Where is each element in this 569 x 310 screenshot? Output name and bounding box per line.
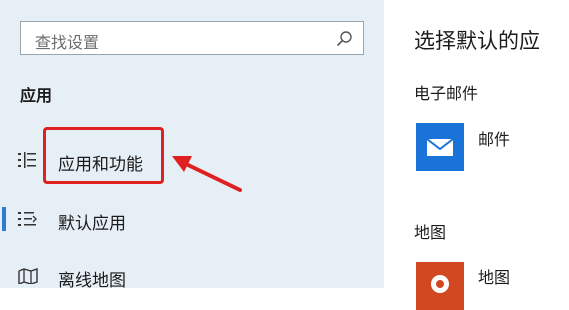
page-title: 选择默认的应 xyxy=(414,29,540,53)
default-apps-panel: 选择默认的应 电子邮件 邮件 地图 地图 xyxy=(384,0,569,310)
category-maps-label: 地图 xyxy=(414,223,447,242)
selection-indicator xyxy=(2,207,6,231)
search-box[interactable]: 查找设置 xyxy=(20,21,364,55)
section-title-apps: 应用 xyxy=(20,86,53,105)
maps-icon[interactable] xyxy=(416,262,464,310)
sidebar-item-default-apps[interactable]: 默认应用 xyxy=(0,199,384,239)
search-icon[interactable] xyxy=(335,30,353,48)
app-name-mail[interactable]: 邮件 xyxy=(478,126,510,150)
default-apps-icon xyxy=(18,212,37,226)
search-input[interactable]: 查找设置 xyxy=(35,29,99,53)
sidebar-item-offline-maps[interactable]: 离线地图 xyxy=(0,256,384,296)
category-email-label: 电子邮件 xyxy=(414,84,479,103)
sidebar-item-label: 默认应用 xyxy=(58,214,126,234)
mail-icon[interactable] xyxy=(416,123,464,171)
annotation-highlight-box xyxy=(43,127,164,184)
sidebar-item-label: 离线地图 xyxy=(58,271,126,291)
apps-features-icon xyxy=(18,152,36,168)
settings-sidebar: 查找设置 应用 应用和功能 默认应用 离线地图 xyxy=(0,0,384,291)
offline-maps-icon xyxy=(18,268,38,284)
annotation-arrow-icon xyxy=(172,156,242,192)
app-name-maps[interactable]: 地图 xyxy=(478,264,510,288)
